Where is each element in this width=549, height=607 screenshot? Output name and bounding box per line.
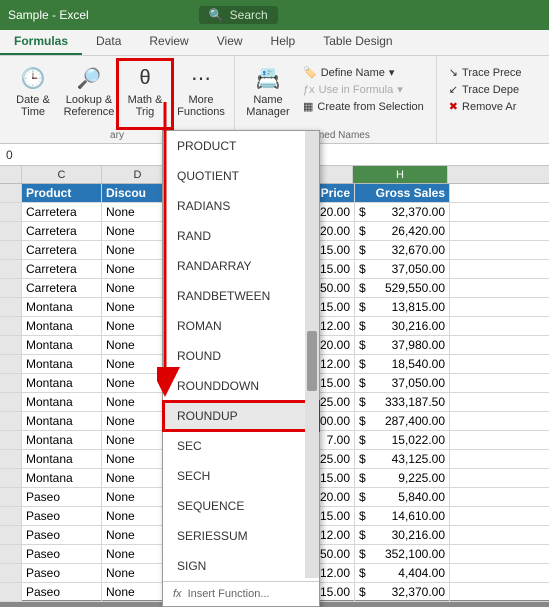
header-product[interactable]: Product bbox=[22, 184, 102, 202]
menu-item-randbetween[interactable]: RANDBETWEEN bbox=[163, 281, 319, 311]
scrollbar-thumb[interactable] bbox=[307, 331, 317, 391]
chevron-down-icon: ▾ bbox=[397, 83, 403, 96]
tab-formulas[interactable]: Formulas bbox=[0, 30, 82, 55]
menu-item-sech[interactable]: SECH bbox=[163, 461, 319, 491]
search-icon: 🔍 bbox=[209, 8, 224, 22]
more-functions-button[interactable]: ⋯ More Functions bbox=[174, 60, 228, 128]
defined-names-list: 🏷️Define Name ▾ ƒxUse in Formula ▾ ▦Crea… bbox=[297, 60, 430, 128]
menu-item-randarray[interactable]: RANDARRAY bbox=[163, 251, 319, 281]
tab-review[interactable]: Review bbox=[135, 30, 202, 55]
menu-scrollbar[interactable] bbox=[305, 131, 319, 578]
menu-item-radians[interactable]: RADIANS bbox=[163, 191, 319, 221]
tab-data[interactable]: Data bbox=[82, 30, 135, 55]
create-from-selection-button[interactable]: ▦Create from Selection bbox=[303, 98, 424, 115]
date-time-button[interactable]: 🕒 Date & Time bbox=[6, 60, 60, 128]
formula-value: 0 bbox=[6, 148, 146, 162]
chevron-down-icon: ▾ bbox=[389, 66, 395, 79]
menu-item-rounddown[interactable]: ROUNDDOWN bbox=[163, 371, 319, 401]
remove-arrows-button[interactable]: ✖Remove Ar bbox=[449, 98, 522, 115]
tab-table-design[interactable]: Table Design bbox=[309, 30, 406, 55]
menu-item-roman[interactable]: ROMAN bbox=[163, 311, 319, 341]
group-label-library: ary bbox=[110, 128, 124, 141]
fx-icon: ƒx bbox=[303, 84, 315, 96]
title-bar: Sample - Excel 🔍 Search bbox=[0, 0, 549, 30]
app-title: Sample - Excel bbox=[8, 8, 89, 22]
menu-item-product[interactable]: PRODUCT bbox=[163, 131, 319, 161]
ribbon-tabs: FormulasDataReviewViewHelpTable Design bbox=[0, 30, 549, 56]
insert-function-item[interactable]: fx Insert Function... bbox=[163, 581, 319, 606]
tab-view[interactable]: View bbox=[203, 30, 257, 55]
math-trig-dropdown: PRODUCTQUOTIENTRADIANSRANDRANDARRAYRANDB… bbox=[162, 130, 320, 607]
trace-list: ↘Trace Prece ↙Trace Depe ✖Remove Ar bbox=[443, 60, 528, 119]
use-in-formula-button[interactable]: ƒxUse in Formula ▾ bbox=[303, 81, 424, 98]
tab-help[interactable]: Help bbox=[257, 30, 310, 55]
header-gross-sales[interactable]: Gross Sales bbox=[355, 184, 450, 202]
menu-item-rand[interactable]: RAND bbox=[163, 221, 319, 251]
define-name-button[interactable]: 🏷️Define Name ▾ bbox=[303, 64, 424, 81]
menu-item-roundup[interactable]: ROUNDUP bbox=[163, 401, 319, 431]
menu-item-sequence[interactable]: SEQUENCE bbox=[163, 491, 319, 521]
trace-precedents-button[interactable]: ↘Trace Prece bbox=[449, 64, 522, 81]
tag-icon: 🏷️ bbox=[303, 66, 317, 79]
theta-icon: θ bbox=[131, 64, 159, 92]
trace-dep-icon: ↙ bbox=[449, 83, 458, 96]
math-trig-button[interactable]: θ Math & Trig bbox=[118, 60, 172, 128]
lookup-ref-button[interactable]: 🔎 Lookup & Reference bbox=[62, 60, 116, 128]
menu-item-round[interactable]: ROUND bbox=[163, 341, 319, 371]
name-manager-icon: 📇 bbox=[254, 64, 282, 92]
col-header-H[interactable]: H bbox=[353, 166, 448, 183]
clock-icon: 🕒 bbox=[19, 64, 47, 92]
name-manager-button[interactable]: 📇 Name Manager bbox=[241, 60, 295, 128]
menu-item-sec[interactable]: SEC bbox=[163, 431, 319, 461]
search-box[interactable]: 🔍 Search bbox=[199, 6, 278, 24]
grid-icon: ▦ bbox=[303, 100, 313, 113]
search-placeholder: Search bbox=[230, 8, 268, 22]
menu-item-sign[interactable]: SIGN bbox=[163, 551, 319, 581]
col-header-C[interactable]: C bbox=[22, 166, 102, 183]
menu-item-quotient[interactable]: QUOTIENT bbox=[163, 161, 319, 191]
lookup-icon: 🔎 bbox=[75, 64, 103, 92]
trace-dependents-button[interactable]: ↙Trace Depe bbox=[449, 81, 522, 98]
trace-prec-icon: ↘ bbox=[449, 66, 458, 79]
menu-item-seriessum[interactable]: SERIESSUM bbox=[163, 521, 319, 551]
more-icon: ⋯ bbox=[187, 64, 215, 92]
remove-icon: ✖ bbox=[449, 100, 458, 113]
fx-icon: fx bbox=[173, 588, 182, 600]
